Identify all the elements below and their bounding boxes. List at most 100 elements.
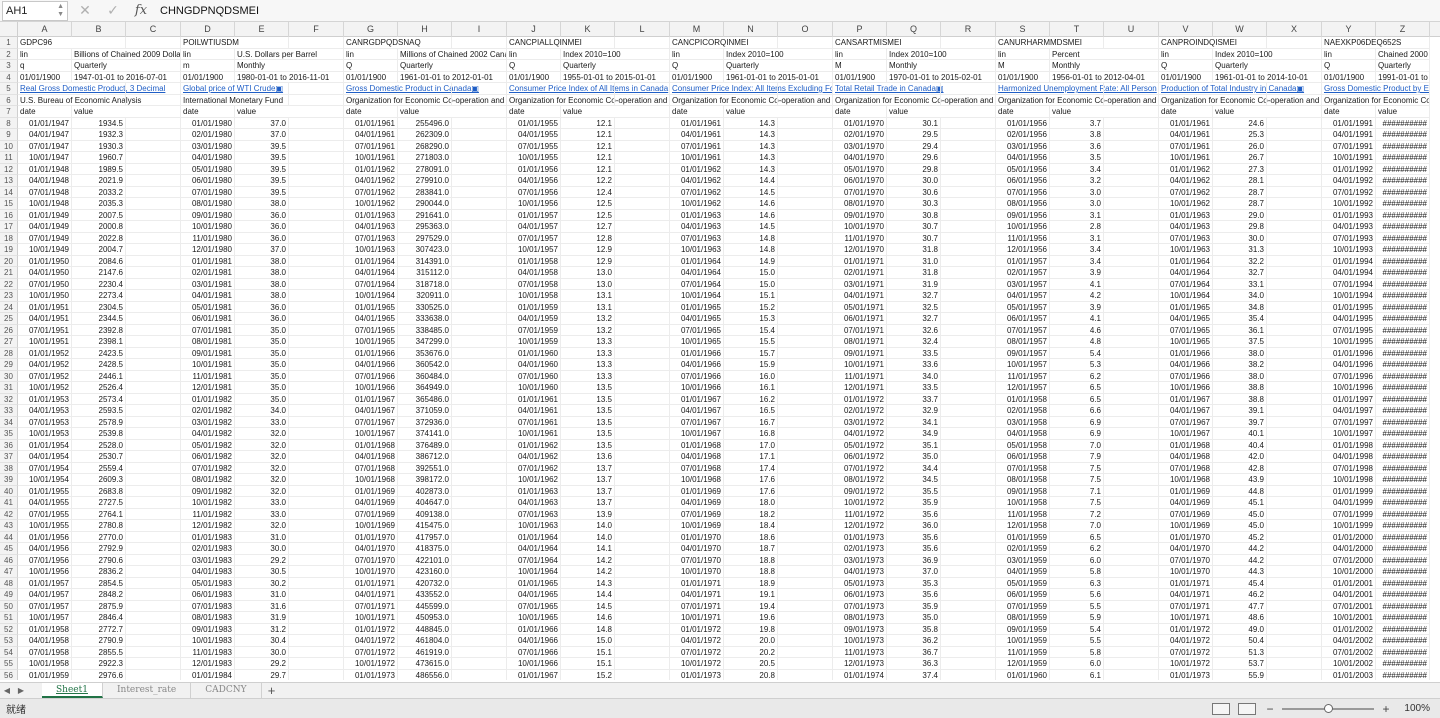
cell-x[interactable] (1267, 359, 1322, 371)
cell-f[interactable] (289, 106, 344, 118)
cell-i[interactable] (452, 278, 507, 290)
row-header[interactable]: 29 (0, 359, 18, 371)
cell-r[interactable] (941, 658, 996, 670)
cell-s[interactable]: 07/01/1956 (996, 186, 1050, 198)
cell-j[interactable]: 04/01/1962 (507, 451, 561, 463)
cell-i[interactable] (452, 152, 507, 164)
cell-b[interactable]: 2428.5 (72, 359, 126, 371)
cell-u[interactable] (1104, 129, 1159, 141)
cell-g[interactable]: 07/01/1961 (344, 140, 398, 152)
cell-k[interactable]: 12.9 (561, 255, 615, 267)
cell-n[interactable]: 18.2 (724, 508, 778, 520)
cell-h[interactable]: 347299.0 (398, 336, 452, 348)
cell-o[interactable] (778, 209, 833, 221)
cell-p[interactable]: 02/01/1970 (833, 129, 887, 141)
cell-l[interactable] (615, 359, 670, 371)
cell-y[interactable]: 07/01/1997 (1322, 416, 1376, 428)
row-header[interactable]: 36 (0, 439, 18, 451)
cell-r[interactable] (941, 140, 996, 152)
cell-s[interactable]: 11/01/1956 (996, 232, 1050, 244)
cell-d[interactable]: 03/01/1980 (181, 140, 235, 152)
cell-q[interactable] (887, 37, 941, 49)
cell-a[interactable]: 04/01/1952 (18, 359, 72, 371)
cell-z[interactable]: ########## (1376, 301, 1430, 313)
cell-g[interactable]: 01/01/1966 (344, 347, 398, 359)
cell-u[interactable] (1104, 485, 1159, 497)
row-header[interactable]: 20 (0, 255, 18, 267)
row-header[interactable]: 9 (0, 129, 18, 141)
cell-q[interactable]: 29.8 (887, 163, 941, 175)
cell-i[interactable] (452, 129, 507, 141)
cell-h[interactable]: 433552.0 (398, 589, 452, 601)
cell-g[interactable]: 04/01/1961 (344, 129, 398, 141)
cell-y[interactable]: 10/01/1992 (1322, 198, 1376, 210)
cell-l[interactable] (615, 497, 670, 509)
formula-input[interactable]: CHNGDPNQDSMEI (160, 1, 1438, 21)
cell-o[interactable] (778, 416, 833, 428)
cell-z[interactable]: ########## (1376, 209, 1430, 221)
cell-k[interactable]: 14.5 (561, 600, 615, 612)
cell-y[interactable]: 07/01/1993 (1322, 232, 1376, 244)
cell-m[interactable]: 04/01/1967 (670, 405, 724, 417)
cell-j[interactable]: 07/01/1958 (507, 278, 561, 290)
cell-t[interactable]: 3.1 (1050, 232, 1104, 244)
cell-n[interactable]: 20.5 (724, 658, 778, 670)
cell-t[interactable]: 4.8 (1050, 336, 1104, 348)
cell-p[interactable]: 10/01/1970 (833, 221, 887, 233)
cell-h[interactable]: 307423.0 (398, 244, 452, 256)
cell-k[interactable]: 13.5 (561, 428, 615, 440)
cell-w[interactable]: 44.8 (1213, 485, 1267, 497)
cell-e[interactable]: 38.0 (235, 290, 289, 302)
cell-z[interactable]: ########## (1376, 359, 1430, 371)
cell-p[interactable]: 12/01/1971 (833, 382, 887, 394)
cell-k[interactable]: 15.2 (561, 669, 615, 680)
cell-u[interactable] (1104, 589, 1159, 601)
cell-p[interactable]: 03/01/1970 (833, 140, 887, 152)
cell-t[interactable]: 4.1 (1050, 278, 1104, 290)
cell-x[interactable] (1267, 175, 1322, 187)
cell-r[interactable] (941, 94, 996, 106)
cell-b[interactable]: 2727.5 (72, 497, 126, 509)
cell-m[interactable]: 01/01/1969 (670, 485, 724, 497)
column-header-d[interactable]: D (181, 22, 235, 37)
cell-d[interactable]: 07/01/1981 (181, 324, 235, 336)
cell-c[interactable] (126, 531, 181, 543)
cell-h[interactable]: 333638.0 (398, 313, 452, 325)
cell-k[interactable]: 12.1 (561, 163, 615, 175)
cell-l[interactable] (615, 324, 670, 336)
cell-x[interactable] (1267, 646, 1322, 658)
cell-n[interactable]: 15.0 (724, 267, 778, 279)
cell-k[interactable]: 14.4 (561, 589, 615, 601)
cell-g[interactable]: 10/01/1965 (344, 336, 398, 348)
cell-t[interactable]: 5.3 (1050, 359, 1104, 371)
cell-e[interactable]: 29.2 (235, 554, 289, 566)
cell-q[interactable]: 36.7 (887, 646, 941, 658)
cell-p[interactable]: 07/01/1970 (833, 186, 887, 198)
cell-t[interactable]: 7.5 (1050, 474, 1104, 486)
cell-v[interactable]: 04/01/1968 (1159, 451, 1213, 463)
cell-l[interactable] (615, 301, 670, 313)
cell-u[interactable] (1104, 244, 1159, 256)
cell-s[interactable]: 11/01/1958 (996, 508, 1050, 520)
cell-e[interactable]: 32.0 (235, 451, 289, 463)
cell-s[interactable]: 06/01/1958 (996, 451, 1050, 463)
cell-b[interactable]: 2526.4 (72, 382, 126, 394)
cell-r[interactable] (941, 416, 996, 428)
row-header[interactable]: 2 (0, 48, 18, 60)
cell-f[interactable] (289, 278, 344, 290)
cell-h[interactable]: 376489.0 (398, 439, 452, 451)
cell-i[interactable] (452, 485, 507, 497)
cell-x[interactable] (1267, 577, 1322, 589)
cell-x[interactable] (1267, 221, 1322, 233)
cell-r[interactable] (941, 152, 996, 164)
row-header[interactable]: 45 (0, 543, 18, 555)
cell-x[interactable] (1267, 290, 1322, 302)
cell-g[interactable]: 01/01/1970 (344, 531, 398, 543)
row-header[interactable]: 7 (0, 106, 18, 118)
cell-t[interactable]: 6.0 (1050, 658, 1104, 670)
cell-x[interactable] (1267, 198, 1322, 210)
cell-i[interactable] (452, 37, 507, 49)
cell-f[interactable] (289, 175, 344, 187)
cell-i[interactable] (452, 543, 507, 555)
cell-t[interactable]: 7.2 (1050, 508, 1104, 520)
